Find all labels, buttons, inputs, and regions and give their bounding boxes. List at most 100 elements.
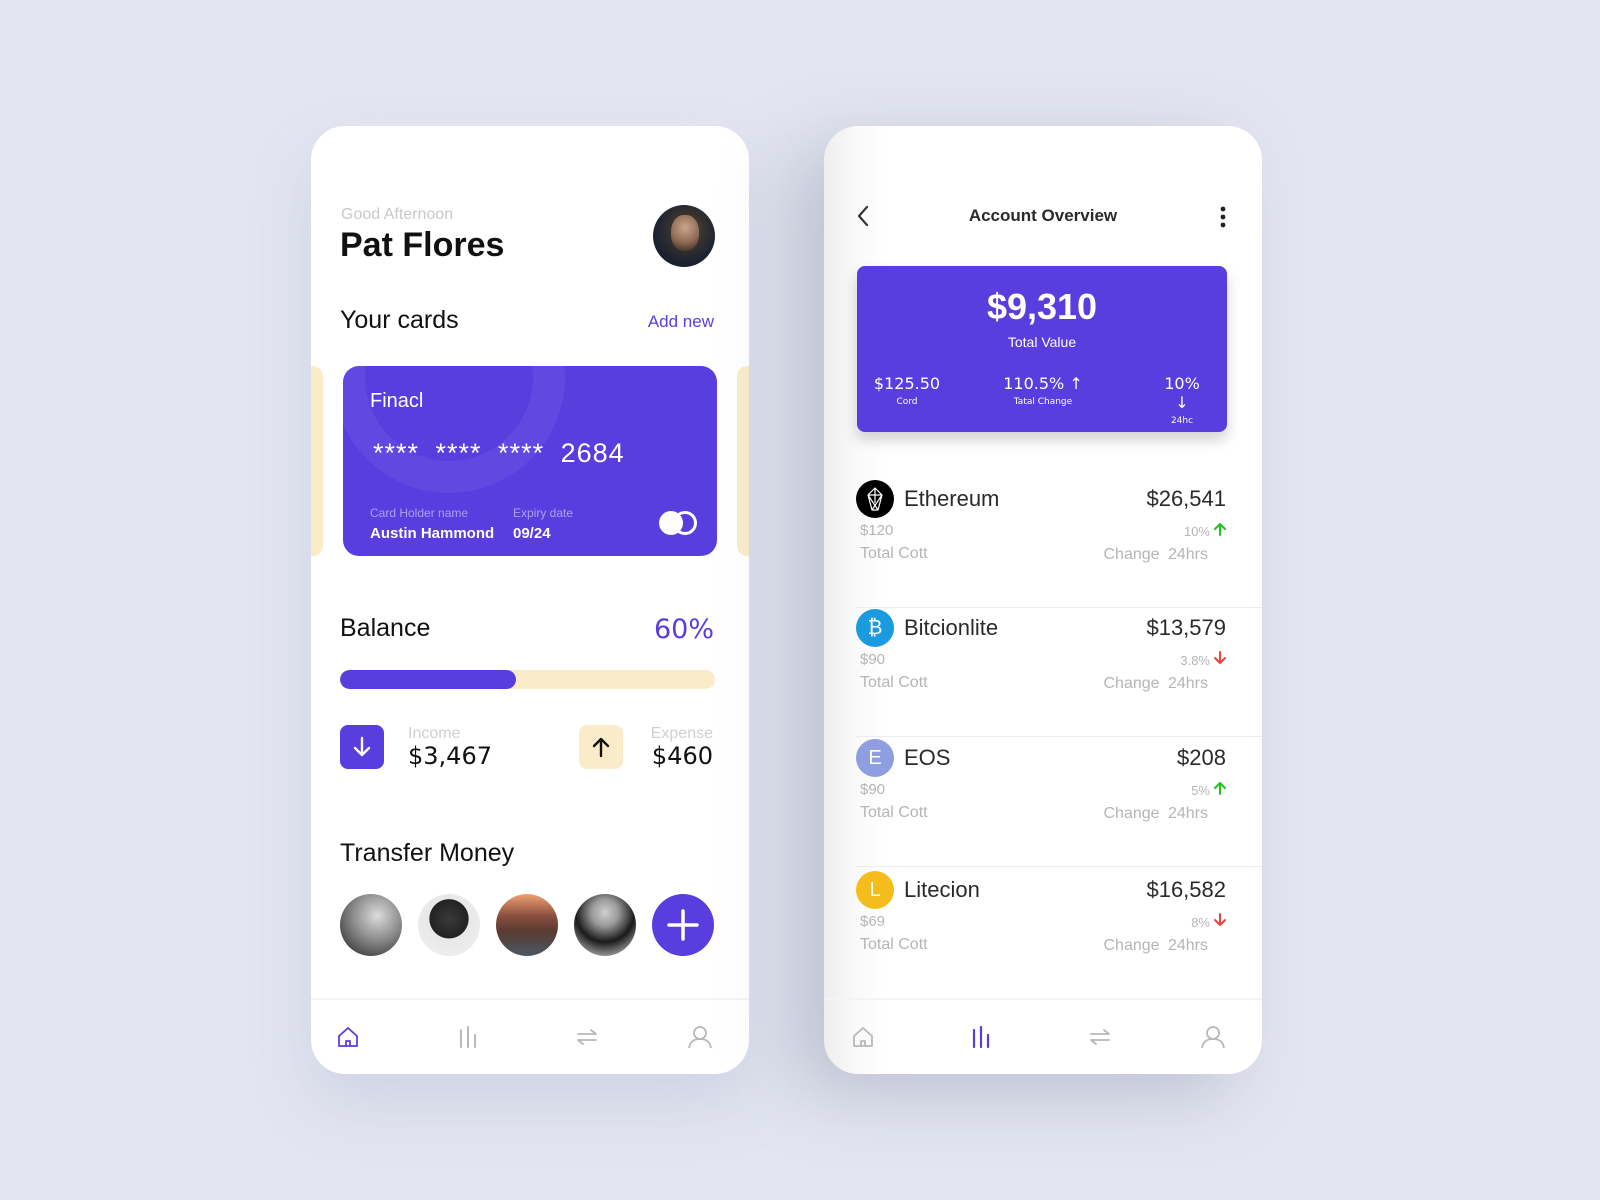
coin-total-cost-label: Total Cott	[860, 545, 928, 562]
home-screen: Good Afternoon Pat Flores Your cards Add…	[311, 126, 749, 1074]
coin-change: 5%	[1191, 781, 1226, 800]
coin-total-cost: $120	[860, 522, 894, 539]
coin-price: $208	[1177, 745, 1226, 770]
bottom-navigation	[824, 998, 1262, 1074]
contact-avatar[interactable]	[418, 894, 480, 956]
nav-stats[interactable]	[453, 1022, 483, 1052]
user-avatar[interactable]	[653, 205, 715, 267]
arrow-down-icon	[1214, 651, 1226, 670]
card-holder-label: Card Holder name	[370, 506, 469, 520]
row-divider	[856, 736, 1262, 737]
stat-cord: $125.50 Cord	[873, 374, 941, 407]
coin-total-cost: $69	[860, 913, 886, 930]
income-label: Income	[408, 725, 461, 742]
bank-card[interactable]: Finacl **** **** **** 2684 Card Holder n…	[343, 366, 717, 556]
account-overview-screen: Account Overview $9,310 Total Value $125…	[824, 126, 1262, 1074]
coin-name: Litecion	[904, 877, 980, 902]
coin-change: 10%	[1184, 522, 1226, 541]
coin-change: 3.8%	[1180, 651, 1226, 670]
expense-label: Expense	[650, 725, 713, 742]
plus-icon	[667, 909, 699, 941]
coin-row[interactable]: ₿ Bitcionlite $13,579 $90 Total Cott 3.8% Chan…	[856, 609, 1262, 737]
stat-label: Cord	[896, 397, 918, 407]
coin-name: EOS	[904, 745, 951, 770]
add-contact-button[interactable]	[652, 894, 714, 956]
home-icon	[853, 1027, 873, 1047]
nav-stats[interactable]	[966, 1022, 996, 1052]
next-card-peek[interactable]	[737, 366, 749, 556]
coin-name: Bitcionlite	[904, 615, 999, 640]
nav-profile[interactable]	[1198, 1022, 1228, 1052]
bottom-navigation	[311, 998, 749, 1074]
coin-change-label: Change 24hrs	[1103, 805, 1208, 822]
more-options-button[interactable]	[1218, 204, 1228, 230]
home-icon	[338, 1027, 358, 1047]
coin-total-cost-label: Total Cott	[860, 674, 928, 691]
add-new-card-link[interactable]: Add new	[648, 312, 714, 332]
previous-card-peek[interactable]	[311, 366, 323, 556]
coin-price: $16,582	[1146, 877, 1226, 902]
coin-total-cost: $90	[860, 651, 886, 668]
stats-icon	[972, 1025, 990, 1049]
nav-transfer[interactable]	[1085, 1022, 1115, 1052]
nav-home[interactable]	[333, 1022, 363, 1052]
total-value-card: $9,310 Total Value $125.50 Cord 110.5% ↑…	[857, 266, 1227, 432]
stat-label: 24hc	[1170, 416, 1194, 426]
nav-profile[interactable]	[685, 1022, 715, 1052]
contact-avatar[interactable]	[340, 894, 402, 956]
coin-total-cost-label: Total Cott	[860, 804, 928, 821]
card-decoration	[343, 366, 565, 493]
card-network-icon	[659, 511, 701, 535]
expense-value: $460	[651, 742, 713, 770]
stat-value: $125.50	[873, 374, 941, 393]
coin-row[interactable]: E EOS $208 $90 Total Cott 5% Change 24hrs	[856, 739, 1262, 867]
ethereum-coin-icon	[856, 480, 894, 518]
total-value-label: Total Value	[1007, 334, 1077, 350]
coin-change-value: 5%	[1191, 783, 1210, 798]
arrow-down-icon	[1214, 913, 1226, 932]
more-vertical-icon	[1220, 206, 1226, 228]
coin-change: 8%	[1191, 913, 1226, 932]
coin-row[interactable]: L Litecion $16,582 $69 Total Cott 8% Change 24…	[856, 871, 1262, 999]
arrow-down-icon	[340, 725, 384, 769]
transfer-icon	[577, 1029, 597, 1045]
coin-change-label: Change 24hrs	[1103, 937, 1208, 954]
litecion-coin-icon: L	[856, 871, 894, 909]
coin-price: $13,579	[1146, 615, 1226, 640]
stat-total-change: 110.5% ↑ Tatal Change	[997, 374, 1089, 407]
stat-value: 110.5% ↑	[1003, 374, 1083, 393]
coin-icon-letter: E	[868, 746, 882, 769]
bitcionlite-coin-icon: ₿	[856, 609, 894, 647]
card-brand: Finacl	[370, 390, 424, 412]
profile-icon	[1201, 1026, 1225, 1049]
stat-value: 10% ↓	[1164, 374, 1200, 412]
nav-home[interactable]	[848, 1022, 878, 1052]
contact-avatar[interactable]	[574, 894, 636, 956]
stat-24h: 10% ↓ 24hc	[1157, 374, 1207, 426]
coin-change-label: Change 24hrs	[1103, 546, 1208, 563]
balance-progress-fill	[340, 670, 517, 689]
nav-transfer[interactable]	[572, 1022, 602, 1052]
stats-icon	[460, 1026, 476, 1048]
expiry-label: Expiry date	[513, 506, 574, 520]
coin-total-cost: $90	[860, 781, 886, 798]
expiry-date: 09/24	[513, 525, 551, 542]
coin-change-label: Change 24hrs	[1103, 675, 1208, 692]
coin-change-value: 8%	[1191, 915, 1210, 930]
coin-total-cost-label: Total Cott	[860, 936, 928, 953]
coin-row[interactable]: Ethereum $26,541 $120 Total Cott 10% Change 2…	[856, 480, 1262, 608]
coin-change-value: 3.8%	[1180, 653, 1210, 668]
coin-change-value: 10%	[1183, 524, 1210, 539]
arrow-up-icon	[1214, 781, 1226, 800]
contact-avatar[interactable]	[496, 894, 558, 956]
transfer-icon	[1090, 1029, 1110, 1045]
screen-title: Account Overview	[968, 206, 1118, 225]
coin-icon-letter: L	[869, 878, 881, 901]
user-name: Pat Flores	[340, 226, 505, 264]
profile-icon	[688, 1026, 712, 1049]
balance-heading: Balance	[340, 614, 431, 642]
coin-price: $26,541	[1146, 486, 1226, 511]
transfer-money-heading: Transfer Money	[340, 839, 515, 867]
stat-label: Tatal Change	[1013, 397, 1073, 407]
eos-coin-icon: E	[856, 739, 894, 777]
